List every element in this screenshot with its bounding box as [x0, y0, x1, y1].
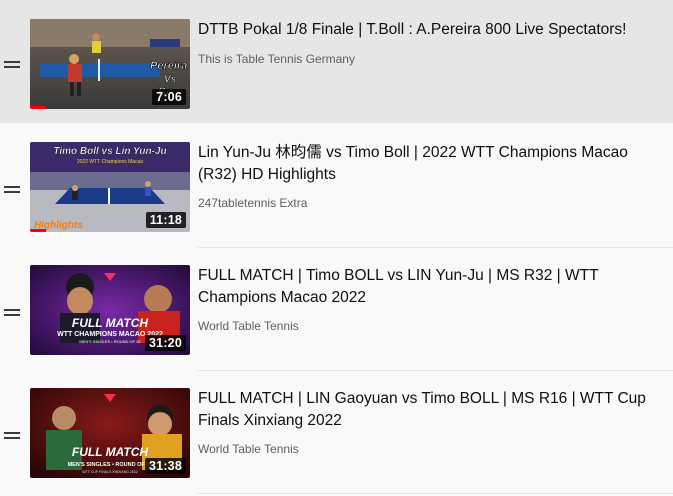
video-thumbnail[interactable]: Timo Boll vs Lin Yun-Ju 2022 WTT Champio… [30, 142, 190, 232]
channel-name[interactable]: 247tabletennis Extra [198, 196, 307, 210]
duration-badge: 11:18 [145, 212, 186, 228]
playlist-item[interactable]: Pereira Vs Bo 7:06 DTTB Pokal 1/8 Finale… [0, 0, 673, 123]
svg-text:FULL MATCH: FULL MATCH [72, 445, 149, 459]
drag-handle-icon[interactable] [4, 432, 20, 440]
duration-badge: 7:06 [152, 89, 186, 105]
playlist-item[interactable]: FULL MATCH WTT CHAMPIONS MACAO 2022 MEN'… [0, 248, 673, 371]
video-title[interactable]: FULL MATCH | Timo BOLL vs LIN Yun-Ju | M… [198, 265, 658, 309]
drag-handle-icon[interactable] [4, 186, 20, 194]
playlist-item[interactable]: Timo Boll vs Lin Yun-Ju 2022 WTT Champio… [0, 125, 673, 248]
video-title[interactable]: FULL MATCH | LIN Gaoyuan vs Timo BOLL | … [198, 388, 658, 432]
playlist-panel: Pereira Vs Bo 7:06 DTTB Pokal 1/8 Finale… [0, 0, 673, 496]
channel-name[interactable]: World Table Tennis [198, 442, 299, 456]
channel-name[interactable]: This is Table Tennis Germany [198, 52, 355, 66]
video-thumbnail[interactable]: FULL MATCH WTT CHAMPIONS MACAO 2022 MEN'… [30, 265, 190, 355]
channel-name[interactable]: World Table Tennis [198, 319, 299, 333]
video-title[interactable]: DTTB Pokal 1/8 Finale | T.Boll : A.Perei… [198, 19, 658, 41]
duration-badge: 31:38 [145, 458, 186, 474]
watch-progress-bar [30, 229, 46, 232]
duration-badge: 31:20 [145, 335, 186, 351]
watch-progress-bar [30, 106, 46, 109]
playlist-item[interactable]: FULL MATCH MEN'S SINGLES • ROUND OF 16 W… [0, 371, 673, 494]
video-title[interactable]: Lin Yun-Ju 林昀儒 vs Timo Boll | 2022 WTT C… [198, 142, 658, 186]
drag-handle-icon[interactable] [4, 61, 20, 69]
svg-text:WTT CUP FINALS XINXIANG 2022: WTT CUP FINALS XINXIANG 2022 [82, 470, 138, 474]
video-thumbnail[interactable]: Pereira Vs Bo 7:06 [30, 19, 190, 109]
svg-text:Vs: Vs [164, 74, 177, 85]
row-divider [198, 493, 673, 494]
svg-text:Timo Boll vs Lin Yun-Ju: Timo Boll vs Lin Yun-Ju [53, 146, 166, 157]
video-thumbnail[interactable]: FULL MATCH MEN'S SINGLES • ROUND OF 16 W… [30, 388, 190, 478]
svg-text:2022 WTT Champions Macao: 2022 WTT Champions Macao [77, 159, 144, 165]
svg-text:Pereira: Pereira [150, 60, 187, 72]
svg-text:FULL MATCH: FULL MATCH [72, 316, 149, 330]
drag-handle-icon[interactable] [4, 309, 20, 317]
svg-text:MEN'S SINGLES • ROUND OF 16: MEN'S SINGLES • ROUND OF 16 [68, 462, 153, 468]
svg-text:MEN'S SINGLES • ROUND OF 32: MEN'S SINGLES • ROUND OF 32 [79, 339, 141, 344]
